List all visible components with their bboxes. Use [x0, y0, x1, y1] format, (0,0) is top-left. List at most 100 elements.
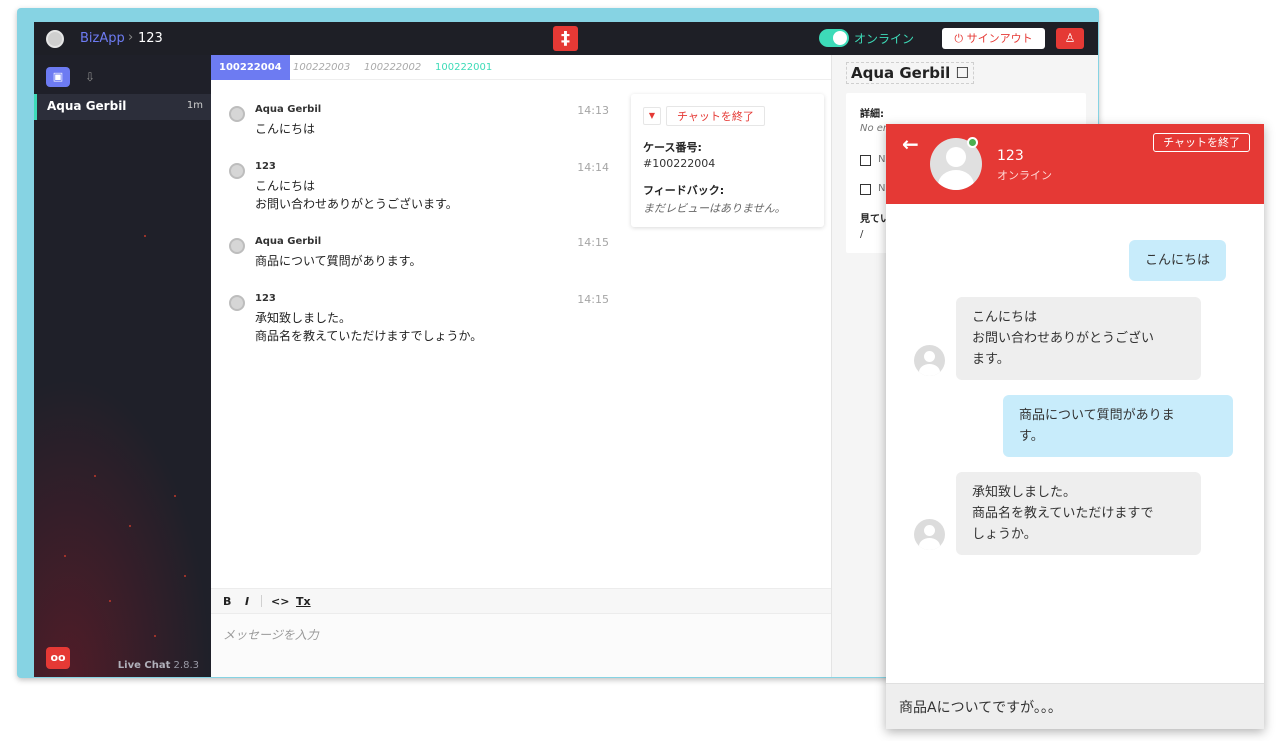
back-arrow-icon[interactable]: ← [902, 132, 919, 156]
case-number-label: ケース番号: [643, 141, 702, 154]
user-avatar-icon [229, 106, 245, 122]
agent-status: オンライン [997, 169, 1052, 182]
decorative-dot [94, 475, 96, 477]
message-time: 14:15 [577, 293, 609, 306]
bold-button[interactable]: B [223, 595, 231, 608]
message-time: 14:13 [577, 104, 609, 117]
signout-label: サインアウト [966, 32, 1033, 45]
tab-case-open[interactable]: 100222001 [427, 55, 500, 80]
online-toggle[interactable] [819, 29, 849, 47]
decorative-dot [64, 555, 66, 557]
message-time: 14:15 [577, 236, 609, 249]
chevron-right-icon: › [128, 30, 134, 45]
chat-bubble-sent: 商品について質問がありま す。 [1003, 395, 1233, 457]
tab-case[interactable]: 100222002 [356, 55, 429, 80]
clear-format-button[interactable]: Tx [296, 595, 311, 608]
decorative-dot [174, 495, 176, 497]
details-label: 詳細: [860, 109, 884, 120]
toggle-knob [833, 31, 847, 45]
message-time: 14:14 [577, 161, 609, 174]
checkbox-icon[interactable] [860, 155, 871, 166]
avatar-head [946, 147, 966, 167]
avatar-body [938, 170, 974, 190]
avatar-head [924, 525, 935, 536]
contact-title[interactable]: Aqua Gerbil ☐ [846, 62, 974, 84]
decorative-dot [129, 525, 131, 527]
top-bar: BizApp › 123 ‡ オンライン ⏻ サインアウト ♙ [34, 22, 1098, 55]
user-avatar-icon[interactable] [46, 30, 64, 48]
message-thread: Aqua Gerbil 14:13 こんにちは 123 14:14 こんにちは … [211, 80, 621, 580]
viewing-value: / [860, 229, 864, 240]
message-input[interactable]: メッセージを入力 [211, 613, 831, 677]
decorative-dot [144, 235, 146, 237]
owl-logo-icon: oo [46, 647, 70, 669]
checkbox-icon[interactable] [860, 184, 871, 195]
message-input-placeholder: メッセージを入力 [223, 628, 319, 642]
widget-header: ← チャットを終了 123 オンライン [886, 124, 1264, 204]
sidebar: ▣ ⇩ Aqua Gerbil 1m oo Live Chat 2.8.3 [34, 55, 211, 677]
inbox-icon[interactable]: ⇩ [82, 67, 98, 87]
decorative-dot [154, 635, 156, 637]
caret-down-icon[interactable]: ▼ [643, 107, 661, 125]
user-icon[interactable]: ♙ [1056, 28, 1084, 49]
agent-name: 123 [997, 148, 1024, 164]
case-tabs: 100222004 100222003 100222002 100222001 [211, 55, 831, 80]
user-avatar-icon [229, 295, 245, 311]
message-item: Aqua Gerbil 14:13 こんにちは [229, 104, 609, 144]
tab-case-active[interactable]: 100222004 [211, 55, 290, 80]
agent-avatar-icon [914, 519, 945, 550]
toolbar-divider [261, 595, 262, 607]
avatar-head [924, 351, 935, 362]
online-status-label: オンライン [854, 32, 915, 46]
app-version: Live Chat 2.8.3 [118, 660, 199, 671]
widget-end-chat-button[interactable]: チャットを終了 [1153, 133, 1250, 152]
chat-icon[interactable]: ▣ [46, 67, 70, 87]
user-avatar-icon [229, 163, 245, 179]
sidebar-item-contact[interactable]: Aqua Gerbil 1m [34, 94, 211, 120]
customer-chat-widget: ← チャットを終了 123 オンライン こんにちは こんにちは お問い合わせあり… [886, 124, 1264, 729]
tab-case[interactable]: 100222003 [285, 55, 358, 80]
message-sender: 123 [255, 161, 276, 172]
message-text: こんにちは [255, 122, 316, 136]
chat-bubble-sent: こんにちは [1129, 240, 1227, 281]
chat-bubble-received: 承知致しました。 商品名を教えていただけますで しょうか。 [956, 472, 1201, 555]
version-number: 2.8.3 [173, 660, 199, 671]
message-item: Aqua Gerbil 14:15 商品について質問があります。 [229, 236, 609, 276]
widget-input-text: 商品Aについてですが。。。 [899, 700, 1062, 716]
message-item: 123 14:15 承知致しました。 商品名を教えていただけますでしょうか。 [229, 293, 609, 349]
message-text: 商品について質問があります。 [255, 254, 422, 268]
contact-time: 1m [186, 100, 203, 111]
end-chat-button[interactable]: チャットを終了 [666, 106, 765, 126]
breadcrumb-app[interactable]: BizApp [80, 31, 125, 46]
contact-name: Aqua Gerbil [47, 99, 127, 113]
feedback-label: フィードバック: [643, 184, 725, 197]
message-sender: Aqua Gerbil [255, 104, 322, 115]
chat-bubble-received: こんにちは お問い合わせありがとうござい ます。 [956, 297, 1201, 380]
cross-logo-icon: ‡ [553, 26, 578, 51]
power-icon: ⏻ [954, 32, 967, 45]
breadcrumb-current: 123 [138, 31, 163, 46]
message-text: 承知致しました。 商品名を教えていただけますでしょうか。 [255, 311, 483, 343]
sidebar-background-glow [34, 377, 211, 677]
user-avatar-icon [229, 238, 245, 254]
italic-button[interactable]: I [245, 595, 249, 608]
checkbox-label: N [878, 183, 886, 194]
signout-button[interactable]: ⏻ サインアウト [942, 28, 1045, 49]
online-indicator-icon [967, 137, 978, 148]
message-sender: 123 [255, 293, 276, 304]
message-sender: Aqua Gerbil [255, 236, 322, 247]
case-info-card: ▼ チャットを終了 ケース番号: #100222004 フィードバック: まだレ… [631, 94, 824, 227]
message-text: こんにちは お問い合わせありがとうございます。 [255, 179, 458, 211]
checkbox-label: N [878, 154, 886, 165]
version-app-name: Live Chat [117, 660, 171, 671]
message-item: 123 14:14 こんにちは お問い合わせありがとうございます。 [229, 161, 609, 217]
feedback-value: まだレビューはありません。 [643, 202, 786, 215]
widget-message-input[interactable]: 商品Aについてですが。。。 [886, 683, 1264, 729]
case-number-value: #100222004 [643, 157, 716, 170]
avatar-body [919, 364, 940, 376]
agent-avatar-icon [914, 345, 945, 376]
decorative-dot [184, 575, 186, 577]
code-button[interactable]: <> [271, 595, 289, 608]
avatar-body [919, 538, 940, 550]
decorative-dot [109, 600, 111, 602]
